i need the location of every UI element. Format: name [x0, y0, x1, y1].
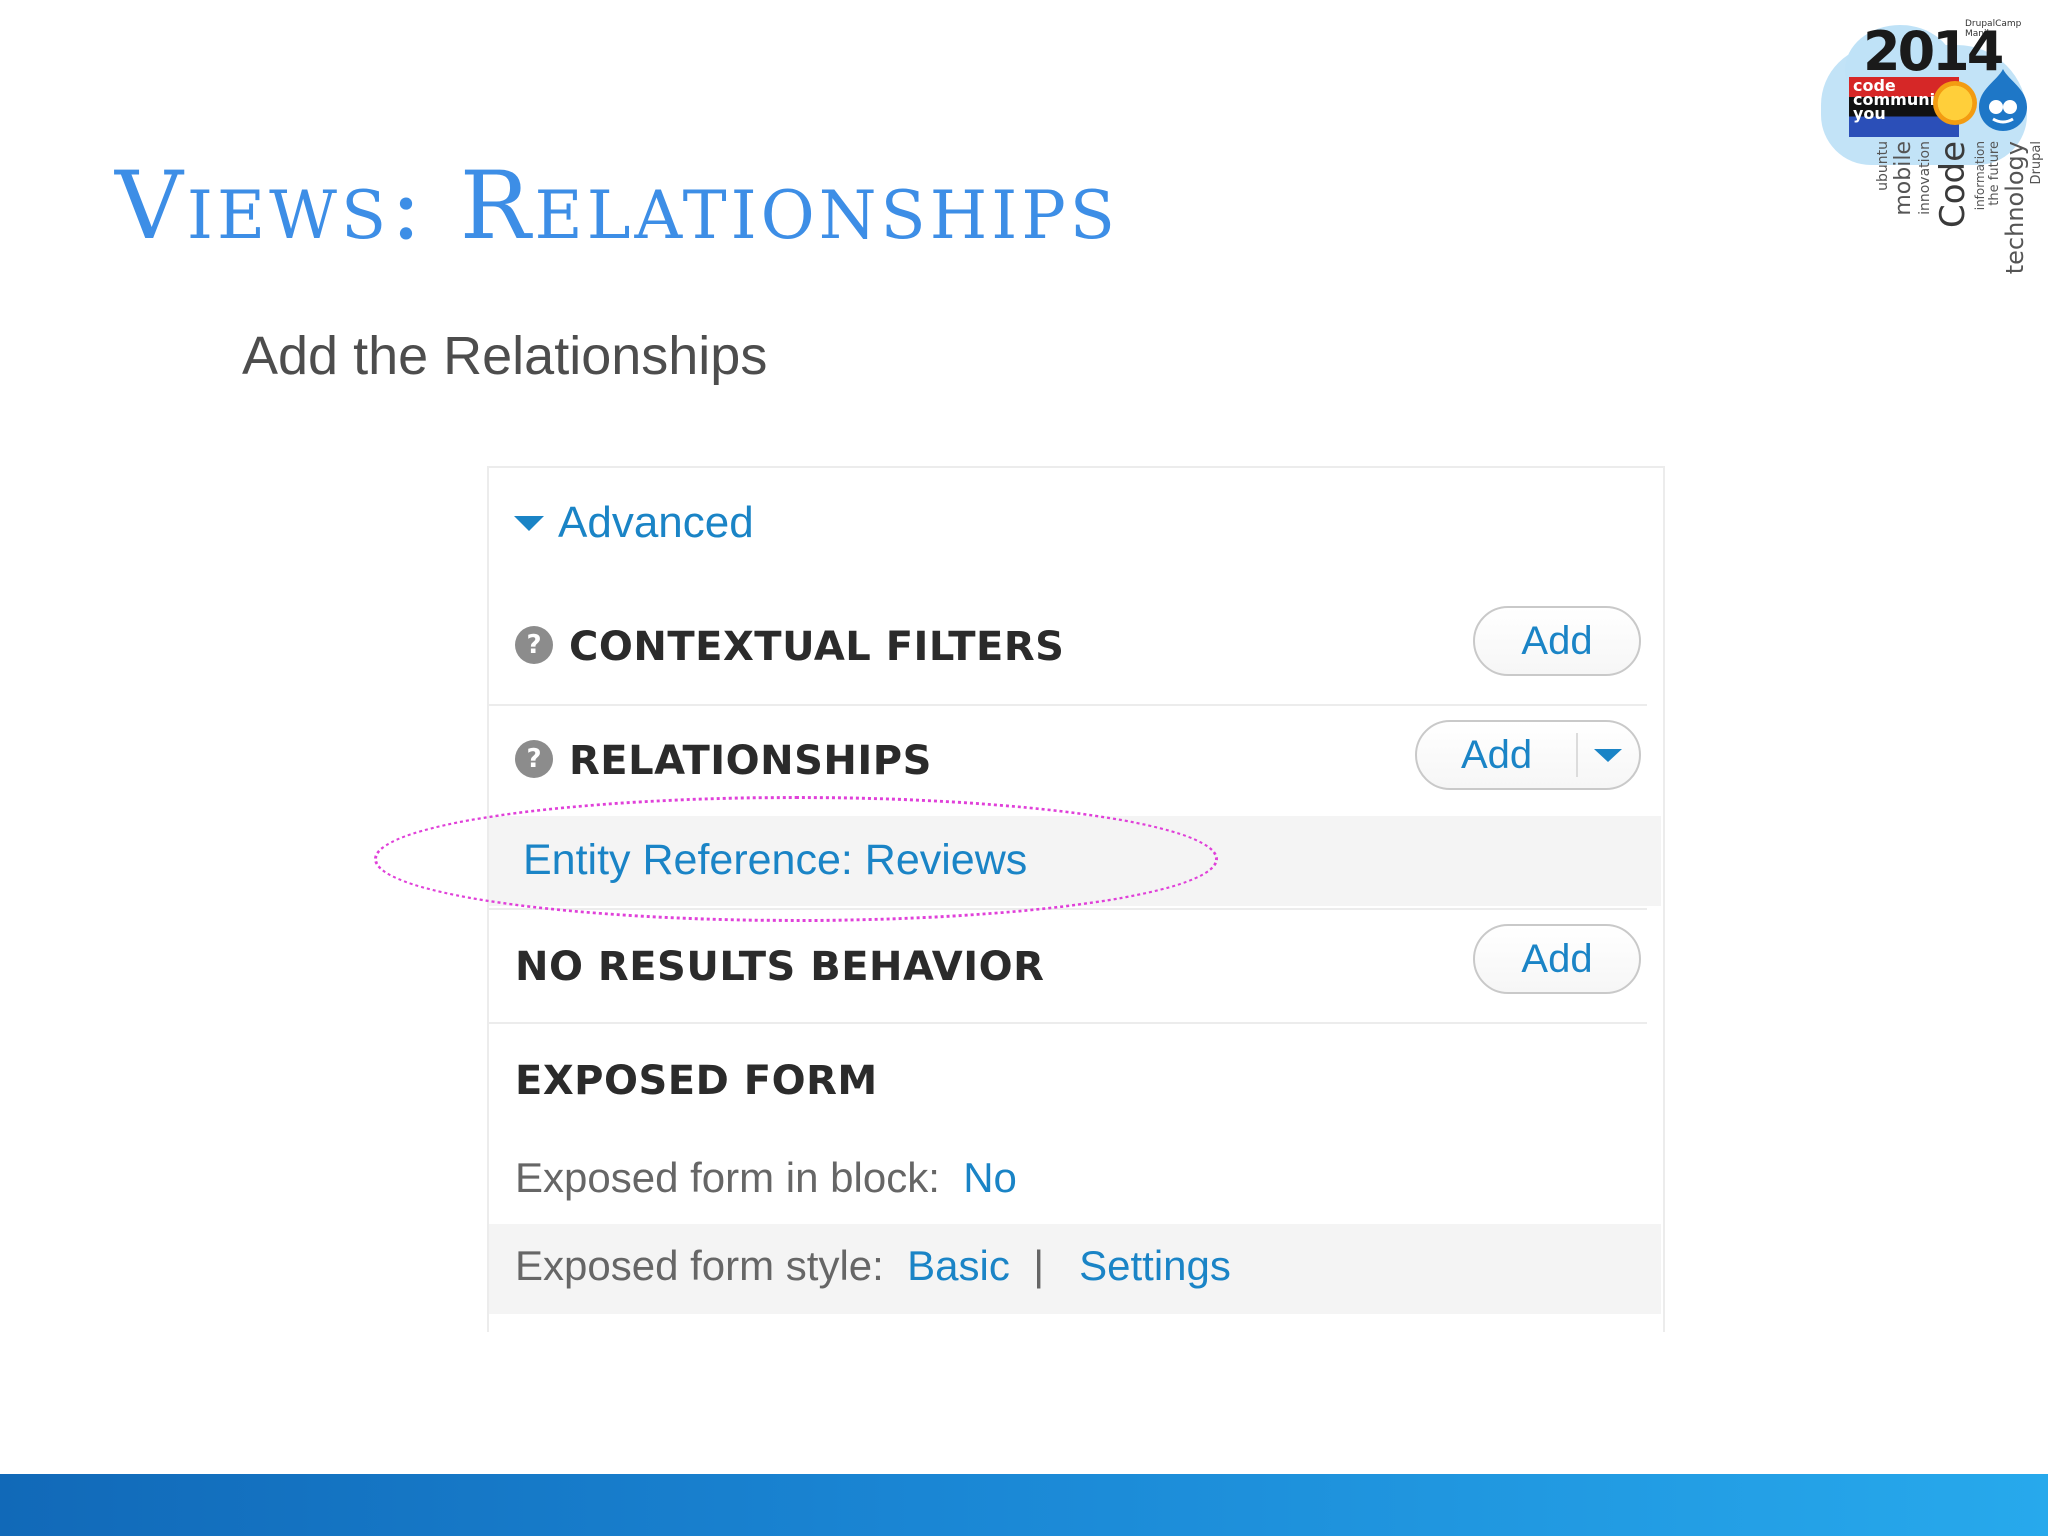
logo-word: innovation [1917, 141, 1933, 215]
exposed-style-basic-link[interactable]: Basic [907, 1242, 1010, 1289]
exposed-in-block-value-link[interactable]: No [963, 1154, 1017, 1201]
logo-word: the future [1987, 141, 2002, 206]
logo-word: Drupal [2029, 141, 2044, 185]
exposed-style-settings-link[interactable]: Settings [1079, 1242, 1231, 1289]
exposed-form-heading: EXPOSED FORM [515, 1058, 878, 1104]
logo-word-cloud: ubuntu mobile innovation Code informatio… [1855, 141, 2044, 275]
relationships-add-button[interactable]: Add [1417, 733, 1576, 778]
relationships-add-dropdown-toggle[interactable] [1578, 722, 1638, 788]
drupal-drop-icon [1979, 69, 2027, 131]
logo-word: Code [1933, 141, 1973, 229]
help-icon[interactable]: ? [515, 740, 553, 778]
slide-title: Views: Relationships [115, 152, 1119, 261]
relationship-item-link[interactable]: Entity Reference: Reviews [523, 836, 1027, 885]
relationship-item-row: Entity Reference: Reviews [489, 816, 1661, 906]
logo-word: mobile [1891, 141, 1916, 216]
sun-icon [1933, 81, 1977, 125]
no-results-add-button[interactable]: Add [1473, 924, 1641, 994]
exposed-in-block-row: Exposed form in block: No [515, 1154, 1017, 1202]
separator: | [1033, 1242, 1045, 1289]
exposed-in-block-label: Exposed form in block: [515, 1154, 940, 1201]
exposed-style-label: Exposed form style: [515, 1242, 884, 1289]
logo-word: technology [2001, 141, 2029, 275]
contextual-filters-add-button[interactable]: Add [1473, 606, 1641, 676]
divider [489, 1022, 1647, 1024]
divider [489, 704, 1647, 706]
slide-subtitle: Add the Relationships [242, 326, 768, 386]
views-advanced-panel: Advanced ? CONTEXTUAL FILTERS Add ? RELA… [487, 466, 1665, 1332]
exposed-style-row: Exposed form style: Basic | Settings [489, 1224, 1661, 1314]
drupalcamp-logo: DrupalCamp Manila 2014 code community yo… [1815, 15, 2044, 275]
logo-word: ubuntu [1875, 141, 1891, 191]
relationships-add-split-button: Add [1415, 720, 1641, 790]
footer-bar [0, 1474, 2048, 1536]
advanced-label: Advanced [558, 498, 754, 547]
no-results-heading: NO RESULTS BEHAVIOR [515, 944, 1045, 990]
contextual-filters-heading: CONTEXTUAL FILTERS [569, 624, 1065, 670]
exposed-style-line: Exposed form style: Basic | Settings [515, 1242, 1231, 1290]
advanced-toggle[interactable]: Advanced [514, 498, 754, 548]
chevron-down-icon [1594, 748, 1622, 762]
relationships-heading: RELATIONSHIPS [569, 738, 932, 784]
chevron-down-icon [514, 515, 544, 531]
logo-word: information [1973, 141, 1987, 211]
help-icon[interactable]: ? [515, 626, 553, 664]
divider [489, 908, 1647, 910]
